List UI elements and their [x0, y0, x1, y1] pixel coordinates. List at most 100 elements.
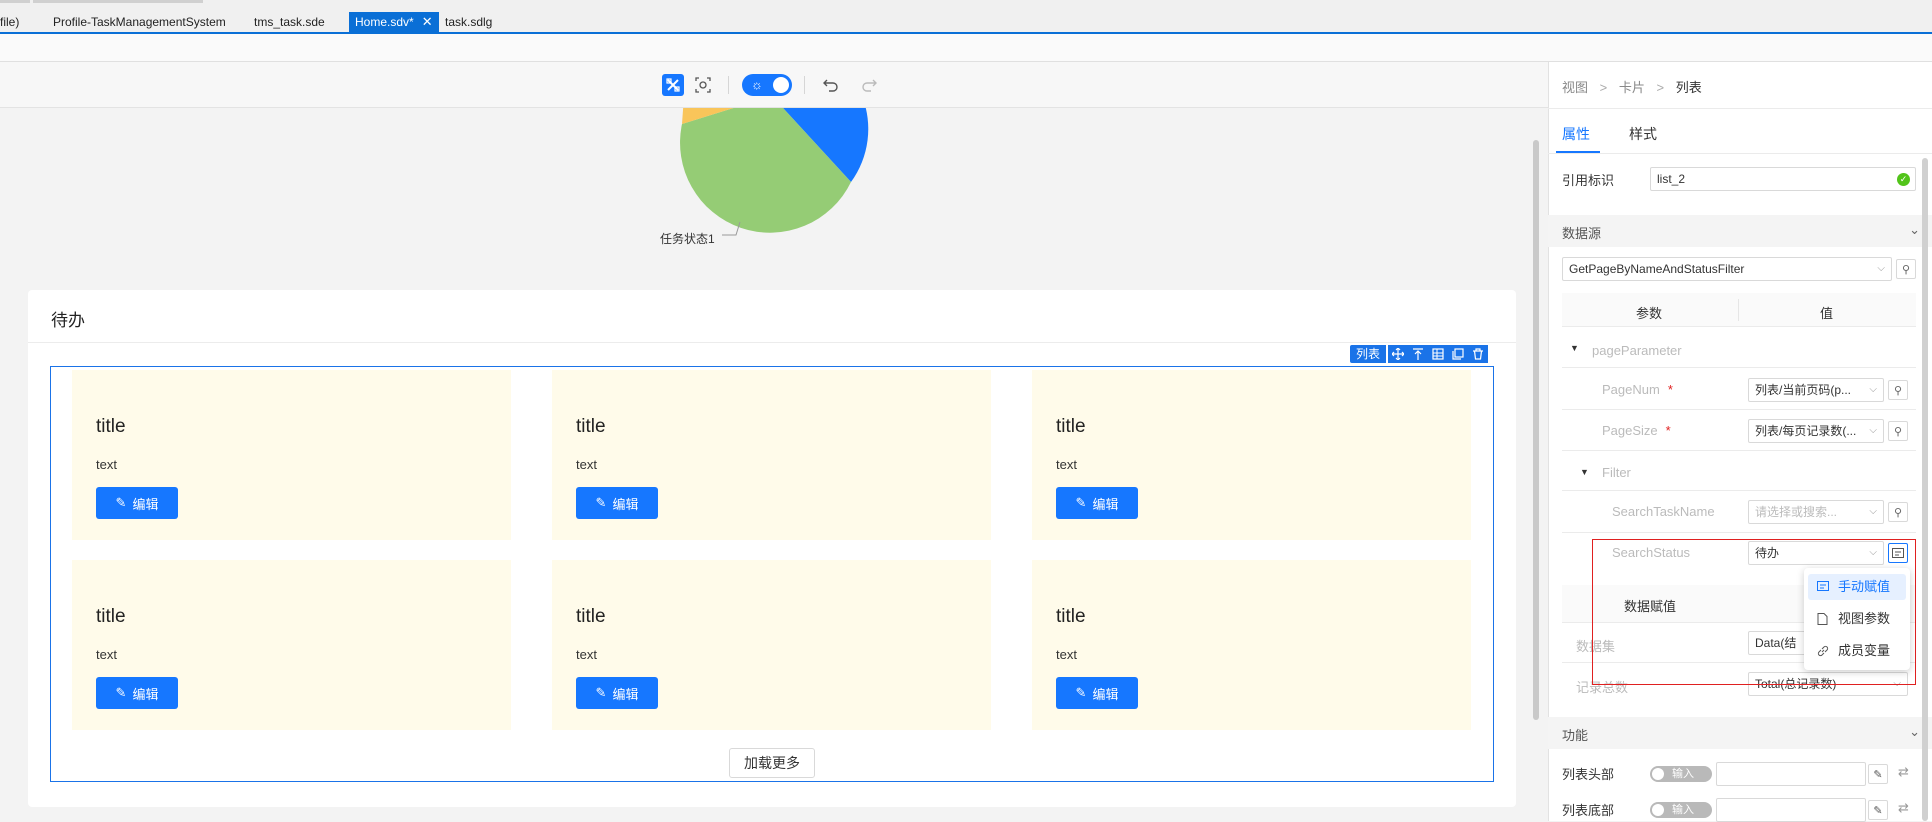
move-icon[interactable]: [1388, 345, 1409, 363]
copy-icon[interactable]: [1448, 345, 1469, 363]
toolbar-divider: [804, 76, 805, 94]
item-title: title: [576, 416, 606, 437]
list-header-toggle[interactable]: 输入: [1650, 766, 1712, 782]
edit-button[interactable]: ✎ 编辑: [1056, 677, 1138, 709]
list-header-label: 列表头部: [1562, 767, 1615, 782]
breadcrumb-item-card[interactable]: 卡片: [1619, 80, 1645, 95]
form-icon: [1817, 581, 1829, 591]
breadcrumb-item-view[interactable]: 视图: [1562, 80, 1588, 95]
assign-mode-dropdown: 手动赋值 视图参数 成员变量: [1804, 568, 1910, 670]
theme-toggle[interactable]: ☼: [742, 74, 792, 96]
tab-home[interactable]: Home.sdv* ✕: [349, 12, 439, 32]
panel-scrollbar[interactable]: [1922, 158, 1928, 821]
tab-properties[interactable]: 属性: [1562, 124, 1590, 144]
page-size-label: PageSize *: [1602, 423, 1671, 438]
list-footer-toggle[interactable]: 输入: [1650, 802, 1712, 818]
table-icon[interactable]: [1428, 345, 1449, 363]
divider: [1548, 108, 1932, 109]
dropdown-item-manual[interactable]: 手动赋值: [1808, 574, 1906, 600]
dropdown-item-member-var[interactable]: 成员变量: [1808, 638, 1906, 664]
list-header-input[interactable]: [1716, 762, 1866, 786]
toggle-knob: [773, 77, 789, 93]
link-button[interactable]: ⚲: [1888, 380, 1908, 400]
function-section-header[interactable]: 功能 ⌄: [1548, 717, 1932, 749]
edit-button[interactable]: ✎ 编辑: [1056, 487, 1138, 519]
edit-button[interactable]: ✎ 编辑: [576, 677, 658, 709]
redo-icon: [862, 79, 877, 92]
list-item[interactable]: title text ✎ 编辑: [552, 370, 991, 540]
search-task-name-label: SearchTaskName: [1612, 504, 1715, 519]
list-footer-label: 列表底部: [1562, 803, 1615, 818]
caret-down-icon[interactable]: ▼: [1580, 467, 1589, 477]
canvas-scrollbar[interactable]: [1533, 140, 1539, 720]
divider: [1548, 153, 1932, 154]
item-title: title: [576, 606, 606, 627]
page-size-select[interactable]: 列表/每页记录数(... ⌵: [1748, 419, 1884, 443]
pie-chart: [680, 108, 869, 236]
link-icon: ⚲: [1893, 506, 1903, 519]
datasource-section-header[interactable]: 数据源 ⌄: [1548, 215, 1932, 247]
search-task-name-select[interactable]: 请选择或搜索... ⌵: [1748, 500, 1884, 524]
dropdown-item-view-param[interactable]: 视图参数: [1808, 606, 1906, 632]
tab-scroll-indicator: [33, 0, 203, 3]
design-canvas: 任务状态1 待办 列表 title text ✎ 编辑 title text ✎ 编…: [0, 108, 1548, 821]
tab-task-sdlg[interactable]: task.sdlg: [441, 12, 496, 32]
link-icon: ⚲: [1893, 384, 1903, 397]
ref-id-label: 引用标识: [1562, 173, 1615, 188]
page-num-label: PageNum *: [1602, 382, 1673, 397]
preview-button[interactable]: [692, 74, 714, 96]
link-button[interactable]: ⚲: [1896, 259, 1916, 279]
swap-icon[interactable]: ⇄: [1898, 764, 1909, 780]
divider: [1562, 532, 1916, 533]
breadcrumb-item-list: 列表: [1675, 80, 1702, 95]
item-text: text: [576, 647, 597, 662]
item-title: title: [96, 606, 126, 627]
edit-button[interactable]: ✎ 编辑: [96, 487, 178, 519]
column-divider: [1738, 299, 1739, 321]
param-table-header: [1562, 293, 1916, 327]
item-title: title: [96, 416, 126, 437]
caret-down-icon[interactable]: ▼: [1570, 343, 1579, 353]
redo-button[interactable]: [858, 74, 880, 96]
swap-icon[interactable]: ⇄: [1898, 800, 1909, 816]
tab-profile[interactable]: Profile-TaskManagementSystem: [49, 12, 230, 32]
item-text: text: [96, 647, 117, 662]
list-component-tag[interactable]: 列表: [1350, 345, 1489, 363]
link-button[interactable]: ⚲: [1888, 421, 1908, 441]
value-header: 值: [1820, 306, 1834, 321]
item-text: text: [576, 457, 597, 472]
list-item[interactable]: title text ✎ 编辑: [1032, 560, 1471, 730]
edit-button[interactable]: ✎ 编辑: [576, 487, 658, 519]
link-icon: ⚲: [1893, 425, 1903, 438]
editor-tab-bar: file) Profile-TaskManagementSystem tms_t…: [0, 0, 1932, 34]
link-button[interactable]: ⚲: [1888, 502, 1908, 522]
edit-icon: ✎: [595, 685, 607, 700]
designer-toolbar: ☼: [0, 62, 1548, 108]
undo-button[interactable]: [820, 74, 842, 96]
list-tag-label: 列表: [1350, 345, 1387, 363]
ref-id-input[interactable]: list_2 ✓: [1650, 167, 1916, 191]
list-item[interactable]: title text ✎ 编辑: [72, 370, 511, 540]
list-footer-input[interactable]: [1716, 798, 1866, 822]
list-item[interactable]: title text ✎ 编辑: [552, 560, 991, 730]
design-mode-button[interactable]: [662, 74, 684, 96]
todo-title: 待办: [51, 311, 85, 330]
align-top-icon[interactable]: [1408, 345, 1429, 363]
list-item[interactable]: title text ✎ 编辑: [72, 560, 511, 730]
sun-icon: ☼: [751, 77, 763, 92]
delete-icon[interactable]: [1468, 345, 1489, 363]
close-tab-icon[interactable]: ✕: [422, 14, 433, 29]
tab-styles[interactable]: 样式: [1629, 124, 1657, 144]
edit-icon: ✎: [595, 495, 607, 510]
list-item[interactable]: title text ✎ 编辑: [1032, 370, 1471, 540]
page-num-select[interactable]: 列表/当前页码(p... ⌵: [1748, 378, 1884, 402]
edit-button[interactable]: ✎: [1868, 764, 1888, 784]
tab-tms-task[interactable]: tms_task.sde: [250, 12, 329, 32]
load-more-button[interactable]: 加载更多: [729, 748, 815, 778]
toolbar-divider: [728, 76, 729, 94]
tab-file[interactable]: file): [0, 12, 23, 32]
datasource-select[interactable]: GetPageByNameAndStatusFilter ⌵: [1562, 257, 1892, 281]
edit-button[interactable]: ✎ 编辑: [96, 677, 178, 709]
edit-button[interactable]: ✎: [1868, 800, 1888, 820]
chevron-down-icon: ⌄: [1909, 222, 1920, 237]
